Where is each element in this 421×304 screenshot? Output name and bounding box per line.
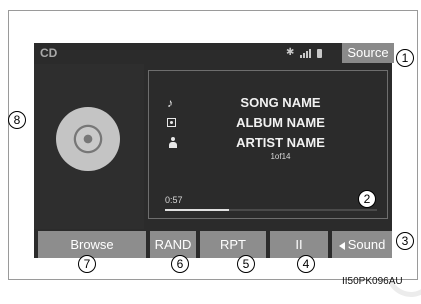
speaker-icon: [338, 241, 345, 250]
source-button[interactable]: Source: [342, 43, 394, 63]
track-position: 1of14: [270, 152, 291, 161]
track-info-panel: ♪ SONG NAME ALBUM NAME ARTIST NAME 1of14…: [148, 70, 388, 219]
album-row: ALBUM NAME: [149, 115, 389, 131]
status-icons: ✱: [286, 47, 323, 58]
artist-icon: [169, 137, 177, 149]
album-name: ALBUM NAME: [236, 115, 325, 130]
pause-button[interactable]: II: [270, 231, 328, 258]
callout-5: 5: [237, 255, 255, 273]
callout-2: 2: [358, 190, 376, 208]
bluetooth-icon: ✱: [286, 47, 295, 58]
browse-button[interactable]: Browse: [38, 231, 146, 258]
audio-screen: CD ✱ Source ♪ SONG NAME ALBUM NAME ARTIS…: [34, 43, 394, 258]
callout-4: 4: [297, 255, 315, 273]
music-note-icon: ♪: [167, 96, 173, 110]
progress-fill: [165, 209, 229, 211]
random-button[interactable]: RAND: [150, 231, 196, 258]
song-name: SONG NAME: [240, 95, 321, 110]
song-row: ♪ SONG NAME: [149, 95, 389, 111]
callout-1: 1: [396, 49, 414, 67]
top-bar: CD ✱ Source: [34, 43, 394, 63]
album-icon: [167, 118, 176, 127]
cd-disc-icon: [56, 107, 120, 171]
source-mode-title: CD: [40, 46, 58, 60]
album-art-panel: [34, 64, 144, 229]
artist-row: ARTIST NAME: [149, 135, 389, 151]
progress-bar[interactable]: [165, 209, 377, 211]
battery-icon: [317, 48, 323, 58]
callout-6: 6: [171, 255, 189, 273]
callout-8: 8: [8, 111, 26, 129]
control-bar: Browse RAND RPT II Sound: [34, 231, 392, 258]
sound-button[interactable]: Sound: [332, 231, 392, 258]
figure-code: II50PK096AU: [342, 276, 403, 287]
repeat-button[interactable]: RPT: [200, 231, 266, 258]
callout-7: 7: [78, 255, 96, 273]
artist-name: ARTIST NAME: [236, 135, 325, 150]
sound-label: Sound: [347, 237, 386, 252]
elapsed-time: 0:57: [165, 195, 183, 205]
signal-icon: [300, 48, 312, 58]
